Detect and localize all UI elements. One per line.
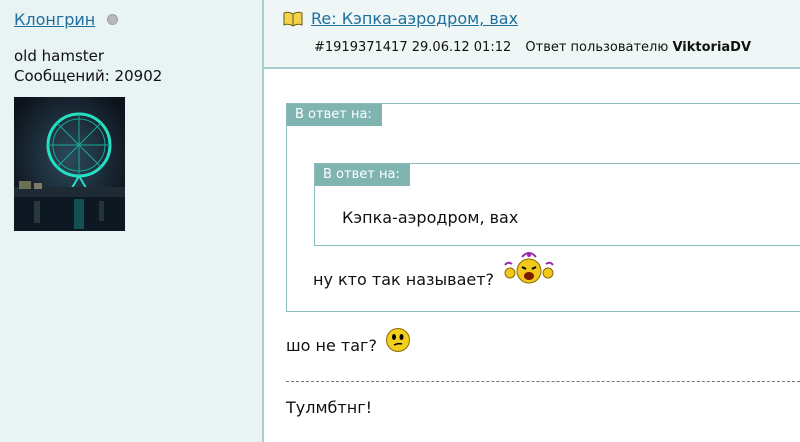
quote-block-outer: В ответ на: В ответ на: Кэпка-аэродром, … bbox=[286, 103, 800, 312]
signature-divider bbox=[286, 381, 800, 382]
post-id[interactable]: #1919371417 bbox=[314, 40, 408, 55]
signature-text: Тулмбтнг! bbox=[286, 398, 373, 417]
post-meta: #1919371417 29.06.12 01:12 Ответ пользов… bbox=[314, 40, 751, 55]
post-title-link[interactable]: Re: Кэпка-аэродром, вах bbox=[311, 9, 518, 28]
quote-block-inner: В ответ на: Кэпка-аэродром, вах bbox=[314, 163, 800, 246]
crying-emoji-icon bbox=[502, 251, 556, 291]
reply-to-user[interactable]: ViktoriaDV bbox=[672, 40, 751, 55]
author-name-link[interactable]: Клонгрин bbox=[14, 10, 95, 29]
reply-text-row: шо не таг? bbox=[286, 328, 411, 357]
quote-outer-text: ну кто так называет? bbox=[313, 269, 495, 289]
post-area: Re: Кэпка-аэродром, вах #1919371417 29.0… bbox=[264, 0, 800, 442]
author-sidebar: Клонгрин old hamster Сообщений: 20902 bbox=[0, 0, 264, 442]
reply-to-prefix: Ответ пользователю bbox=[525, 40, 669, 55]
quote-label-outer: В ответ на: bbox=[287, 104, 382, 126]
avatar[interactable] bbox=[14, 97, 125, 231]
thinking-smile-icon bbox=[385, 327, 411, 357]
ferris-wheel-avatar-image bbox=[14, 97, 125, 231]
offline-status-icon bbox=[107, 14, 119, 25]
quote-label-inner: В ответ на: bbox=[315, 164, 410, 186]
book-icon bbox=[283, 11, 303, 31]
quote-inner-text: Кэпка-аэродром, вах bbox=[342, 208, 519, 227]
author-title: old hamster bbox=[14, 47, 105, 65]
post-date: 29.06.12 01:12 bbox=[411, 40, 512, 55]
author-post-count: Сообщений: 20902 bbox=[14, 67, 163, 85]
author-name-row: Клонгрин bbox=[14, 10, 119, 29]
quote-outer-text-row: ну кто так называет? bbox=[313, 252, 556, 291]
reply-text: шо не таг? bbox=[286, 335, 377, 355]
post-header: Re: Кэпка-аэродром, вах #1919371417 29.0… bbox=[264, 0, 800, 69]
